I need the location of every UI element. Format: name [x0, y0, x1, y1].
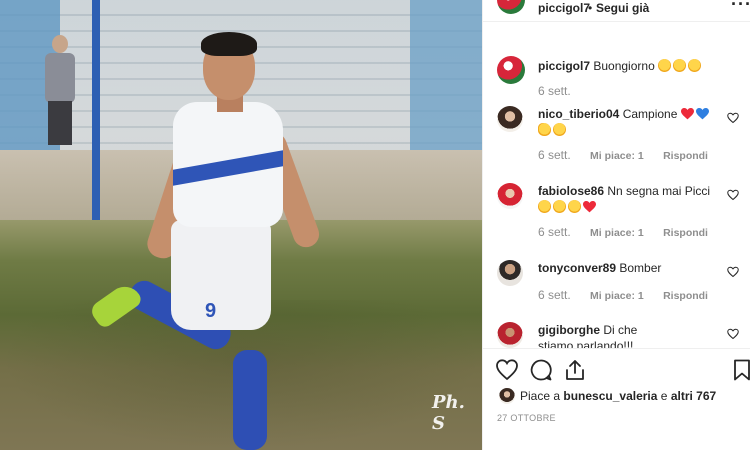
- grinning-face-icon: [658, 59, 672, 72]
- comment-likes-count[interactable]: Mi piace: 1: [590, 290, 644, 302]
- like-comment-heart-icon[interactable]: [727, 266, 739, 278]
- heart-outline-icon[interactable]: [495, 358, 519, 382]
- likes-others-count[interactable]: altri 767: [671, 389, 716, 403]
- post-actions-bar: [483, 352, 750, 388]
- comment-time: 6 sett.: [538, 225, 571, 239]
- winking-tongue-face-icon: [688, 59, 702, 72]
- comment-text: Bomber: [619, 261, 662, 275]
- comment-avatar[interactable]: [497, 260, 523, 286]
- share-upload-icon[interactable]: [563, 358, 587, 382]
- comment-avatar[interactable]: [497, 183, 523, 209]
- like-comment-heart-icon[interactable]: [727, 189, 739, 201]
- rolling-laughing-face-icon: [553, 200, 566, 213]
- comment-username[interactable]: fabiolose86: [538, 184, 604, 198]
- likes-prefix: Piace a: [520, 389, 561, 403]
- comment-username[interactable]: tonyconver89: [538, 261, 616, 275]
- comment-avatar[interactable]: [497, 56, 525, 84]
- more-options-icon[interactable]: ···: [731, 0, 750, 15]
- red-heart-icon: [583, 201, 596, 213]
- bookmark-icon[interactable]: [730, 358, 750, 382]
- post-photo[interactable]: 9 Ph. S: [0, 0, 482, 450]
- comment-time: 6 sett.: [538, 148, 571, 162]
- comment-time: 6 sett.: [538, 84, 571, 98]
- thinking-face-icon: [538, 200, 551, 213]
- comment-likes-count[interactable]: Mi piace: 1: [590, 150, 644, 162]
- like-comment-heart-icon[interactable]: [727, 112, 739, 124]
- reply-button[interactable]: Rispondi: [663, 150, 708, 162]
- comment-username[interactable]: piccigol7: [538, 59, 590, 73]
- flexed-biceps-icon: [538, 123, 551, 136]
- actions-divider: [483, 348, 750, 349]
- post-header: piccigol7 • Segui già ···: [483, 0, 750, 22]
- comments-list[interactable]: piccigol7 Buongiorno 6 sett. nico_tiberi…: [483, 44, 750, 348]
- comment-time: 6 sett.: [538, 288, 571, 302]
- comment-text: Campione: [622, 107, 678, 121]
- comment-likes-count[interactable]: Mi piace: 1: [590, 227, 644, 239]
- liker-avatar[interactable]: [499, 388, 515, 404]
- author-username[interactable]: piccigol7: [538, 1, 590, 15]
- rolling-laughing-face-icon: [568, 200, 581, 213]
- reply-button[interactable]: Rispondi: [663, 227, 708, 239]
- stands-blue-section-right: [410, 0, 482, 150]
- liker-username[interactable]: bunescu_valeria: [563, 389, 657, 403]
- blue-heart-icon: [695, 108, 709, 120]
- player-right-leg: [233, 350, 267, 450]
- comment-username[interactable]: nico_tiberio04: [538, 107, 619, 121]
- like-comment-heart-icon[interactable]: [727, 328, 739, 340]
- comment-text: Nn segna mai Picci: [607, 184, 711, 198]
- comment-text: Buongiorno: [593, 59, 655, 73]
- likes-summary[interactable]: Piace a bunescu_valeria e altri 767: [499, 387, 749, 407]
- comment-username[interactable]: gigiborghe: [538, 323, 600, 337]
- jersey-number: 9: [205, 300, 217, 322]
- player-hair: [201, 32, 257, 56]
- follow-status-button[interactable]: Segui già: [596, 1, 649, 15]
- player-shorts: [171, 220, 271, 330]
- comment-avatar[interactable]: [497, 106, 523, 132]
- spectator-figure: [40, 35, 80, 145]
- photo-watermark: Ph. S: [432, 392, 465, 434]
- comment-bubble-icon[interactable]: [529, 358, 553, 382]
- red-heart-icon: [680, 108, 694, 120]
- likes-connector: e: [660, 389, 668, 403]
- celebrating-player: 9: [85, 30, 323, 450]
- reply-button[interactable]: Rispondi: [663, 290, 708, 302]
- grinning-face-icon: [673, 59, 687, 72]
- post-side-panel: piccigol7 • Segui già ··· piccigol7 Buon…: [482, 0, 750, 450]
- winking-tongue-face-icon: [553, 123, 566, 136]
- header-separator: •: [588, 1, 593, 15]
- comment-avatar[interactable]: [497, 322, 523, 348]
- author-avatar[interactable]: [497, 0, 525, 14]
- post-date[interactable]: 27 OTTOBRE: [497, 413, 556, 423]
